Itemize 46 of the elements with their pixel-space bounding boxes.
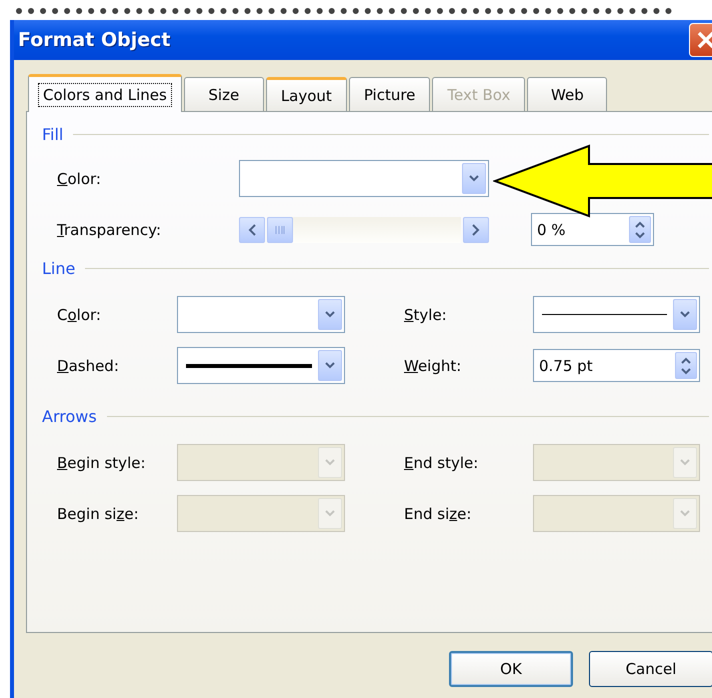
- field-label: End size:: [404, 504, 472, 522]
- close-icon: [696, 30, 712, 50]
- scroll-left-button[interactable]: [239, 216, 265, 242]
- dropdown[interactable]: [177, 347, 345, 384]
- field-label: Color:: [57, 306, 102, 324]
- chevron-right-icon: [472, 224, 480, 236]
- slider-track[interactable]: [267, 216, 461, 242]
- spin-buttons[interactable]: [629, 216, 651, 243]
- chevron-down-icon: [325, 311, 335, 318]
- tab[interactable]: Size: [184, 77, 264, 111]
- field-label: Weight:: [404, 356, 462, 374]
- spin-field[interactable]: 0.75 pt: [533, 349, 700, 382]
- dialog-button[interactable]: Cancel: [589, 651, 712, 687]
- spin-field[interactable]: 0 %: [531, 213, 654, 246]
- tab[interactable]: Web: [527, 77, 608, 111]
- chevron-down-icon: [469, 175, 479, 182]
- dropdown-button[interactable]: [462, 163, 486, 194]
- dialog-button[interactable]: OK: [449, 651, 573, 687]
- chevron-down-icon: [325, 362, 335, 369]
- field-label: Begin style:: [57, 454, 147, 472]
- chevron-down-icon: [325, 459, 335, 466]
- field-label: Style:: [404, 306, 448, 324]
- chevron-down-icon: [325, 510, 335, 517]
- tab[interactable]: Layout: [266, 77, 347, 111]
- field-label: End style:: [404, 454, 480, 472]
- field-label: Color:: [57, 170, 102, 188]
- section-title: Line: [42, 258, 76, 278]
- dropdown-button[interactable]: [673, 299, 697, 330]
- section-title: Arrows: [42, 406, 97, 426]
- chevron-down-icon: [680, 311, 690, 318]
- dropdown-button[interactable]: [318, 350, 342, 381]
- field-label: Dashed:: [57, 356, 120, 374]
- field-label: Begin size:: [57, 504, 140, 522]
- scroll-right-button[interactable]: [463, 216, 489, 242]
- chevron-down-icon: [680, 510, 690, 517]
- tab[interactable]: Picture: [348, 77, 430, 111]
- spin-buttons[interactable]: [675, 352, 697, 379]
- section-title: Fill: [42, 124, 64, 144]
- slider-thumb[interactable]: [267, 216, 293, 242]
- field-label: Transparency:: [57, 220, 162, 238]
- chevron-down-icon: [680, 459, 690, 466]
- dropdown-button[interactable]: [318, 299, 342, 330]
- dropdown[interactable]: [533, 296, 700, 333]
- window-title: Format Object: [18, 29, 172, 51]
- chevron-left-icon: [248, 224, 256, 236]
- tab[interactable]: Colors and Lines: [28, 74, 182, 112]
